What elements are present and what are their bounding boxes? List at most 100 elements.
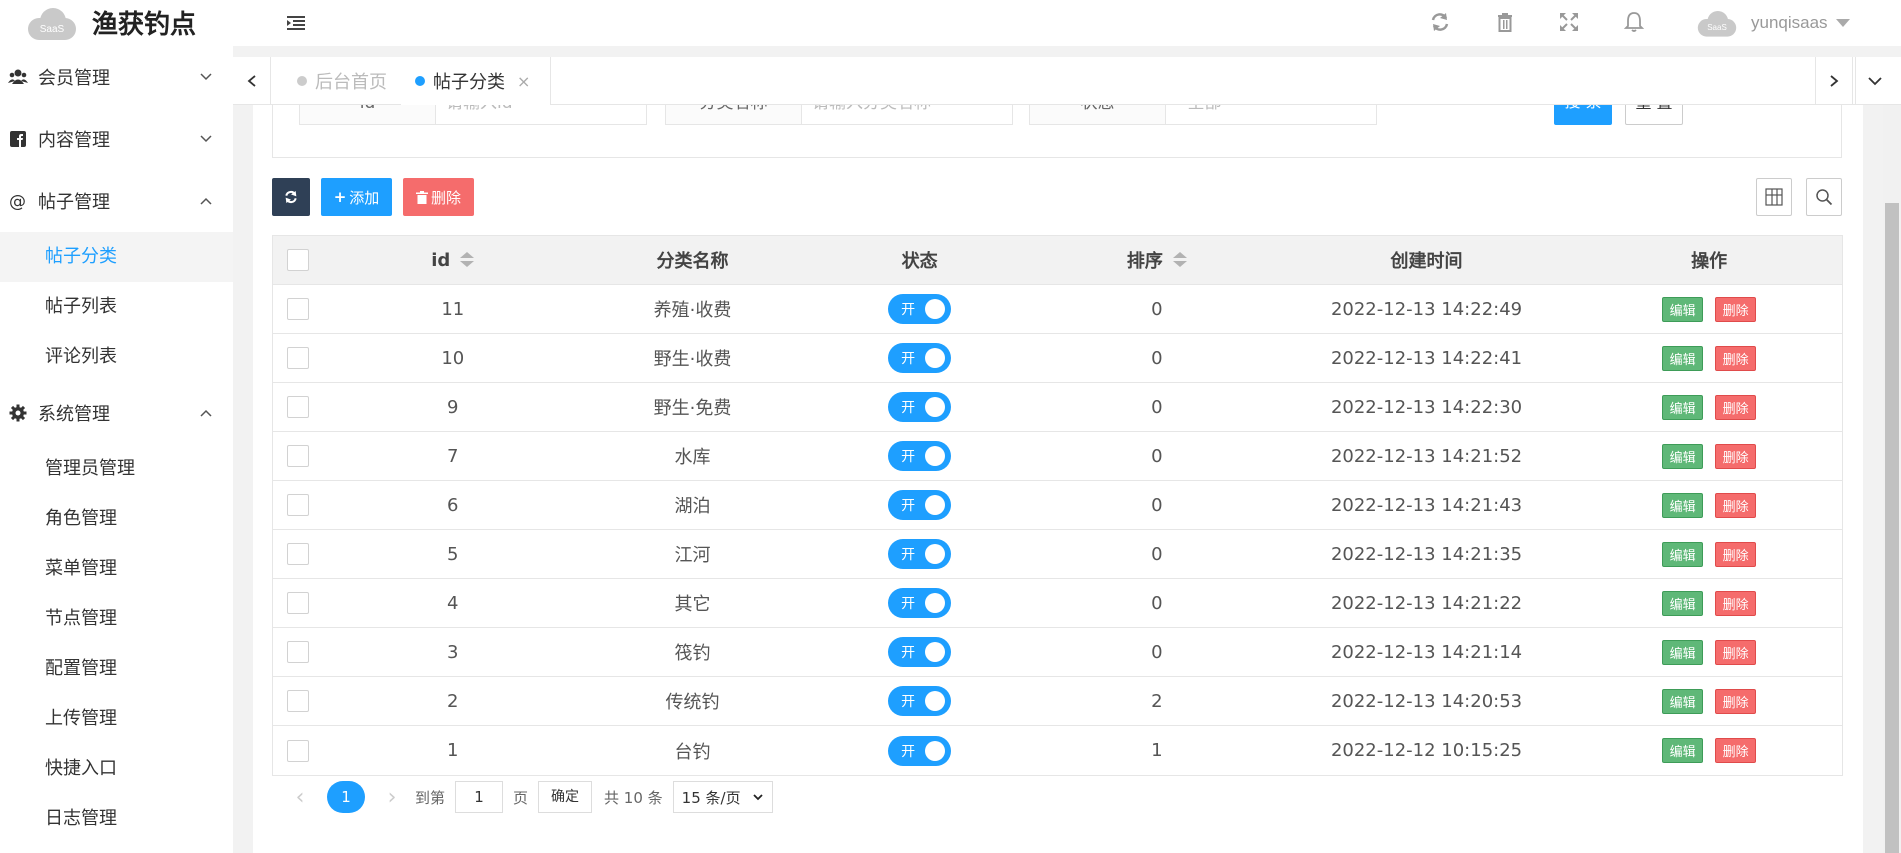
sidebar-item-shortcut[interactable]: 快捷入口: [0, 744, 233, 794]
edit-button[interactable]: 编辑: [1662, 541, 1704, 567]
delete-button[interactable]: 删除: [1715, 345, 1757, 371]
next-page-icon[interactable]: ›: [381, 785, 403, 810]
row-checkbox[interactable]: [286, 690, 309, 712]
row-checkbox[interactable]: [286, 396, 309, 418]
edit-button[interactable]: 编辑: [1662, 590, 1704, 616]
columns-toggle-button[interactable]: [1756, 178, 1792, 216]
tabs-menu-button[interactable]: [1855, 57, 1893, 105]
delete-button[interactable]: 删除: [1715, 296, 1757, 322]
status-switch[interactable]: 开: [888, 686, 952, 716]
delete-button[interactable]: 删除: [1715, 639, 1757, 665]
category-name-input[interactable]: 请输入分类名称: [802, 105, 1012, 124]
close-icon[interactable]: ×: [517, 72, 530, 91]
status-switch[interactable]: 开: [888, 441, 952, 471]
fullscreen-icon[interactable]: [1557, 10, 1581, 34]
search-button[interactable]: 搜 索: [1554, 105, 1612, 125]
row-checkbox[interactable]: [286, 739, 309, 762]
delete-button[interactable]: 删除: [1715, 394, 1757, 420]
sidebar-item-post-category[interactable]: 帖子分类: [0, 232, 233, 282]
sidebar-group-members[interactable]: 会员管理: [0, 46, 233, 108]
delete-button[interactable]: 删除: [1715, 688, 1757, 714]
row-checkbox[interactable]: [286, 494, 309, 516]
header-sort[interactable]: 排序: [1037, 236, 1277, 284]
reset-button[interactable]: 重 置: [1625, 105, 1683, 125]
status-switch[interactable]: 开: [888, 735, 952, 766]
sidebar-item-post-list[interactable]: 帖子列表: [0, 282, 233, 332]
status-switch[interactable]: 开: [888, 392, 952, 422]
status-switch[interactable]: 开: [888, 294, 952, 324]
sidebar-item-config[interactable]: 配置管理: [0, 644, 233, 694]
vertical-scrollbar[interactable]: [1883, 105, 1901, 853]
delete-button[interactable]: 删除: [1715, 492, 1757, 518]
row-checkbox[interactable]: [286, 298, 309, 320]
status-switch[interactable]: 开: [888, 539, 952, 569]
sidebar-item-role[interactable]: 角色管理: [0, 494, 233, 544]
sidebar-item-menu[interactable]: 菜单管理: [0, 544, 233, 594]
cell-status: 开: [802, 383, 1037, 431]
bell-icon[interactable]: [1622, 10, 1646, 34]
row-checkbox[interactable]: [286, 641, 309, 663]
header-label: 排序: [1126, 251, 1163, 272]
page-size-select[interactable]: 15 条/页: [672, 781, 773, 813]
sidebar-group-posts[interactable]: @ 帖子管理: [0, 170, 233, 232]
switch-knob: [925, 495, 946, 515]
row-checkbox[interactable]: [286, 347, 309, 369]
goto-page-input[interactable]: 1: [455, 781, 504, 813]
sidebar-item-node[interactable]: 节点管理: [0, 594, 233, 644]
delete-button[interactable]: 删除: [1715, 738, 1757, 763]
cell-id: 1: [447, 740, 459, 761]
status-switch[interactable]: 开: [888, 637, 952, 667]
goto-confirm-button[interactable]: 确定: [538, 781, 593, 813]
cell-sort: 1: [1151, 740, 1163, 761]
edit-button[interactable]: 编辑: [1662, 639, 1704, 665]
prev-page-icon[interactable]: ‹: [289, 785, 311, 810]
edit-button[interactable]: 编辑: [1662, 688, 1704, 714]
batch-delete-button[interactable]: 删除: [403, 178, 474, 216]
chevron-left-icon: [247, 75, 256, 87]
menu-collapse-icon[interactable]: [285, 12, 307, 34]
status-switch[interactable]: 开: [888, 588, 952, 618]
refresh-table-button[interactable]: [272, 178, 310, 216]
sidebar-group-content[interactable]: 内容管理: [0, 108, 233, 170]
sidebar-group-label: 会员管理: [38, 68, 110, 89]
trash-icon[interactable]: [1493, 10, 1517, 34]
edit-button[interactable]: 编辑: [1662, 345, 1704, 371]
user-menu[interactable]: SaaS yunqisaas: [1693, 6, 1850, 40]
sidebar-item-admin[interactable]: 管理员管理: [0, 444, 233, 494]
tab-post-category[interactable]: 帖子分类 ×: [401, 57, 552, 105]
delete-button[interactable]: 删除: [1715, 443, 1757, 469]
table-row: 2 传统钓 开 2 2022-12-13 14:20:53 编辑 删除: [273, 677, 1842, 726]
row-checkbox[interactable]: [286, 445, 309, 467]
sidebar-group-system[interactable]: 系统管理: [0, 382, 233, 444]
chevron-up-icon: [200, 197, 212, 205]
scrollbar-thumb[interactable]: [1885, 203, 1899, 853]
tab-home[interactable]: 后台首页: [297, 57, 387, 105]
delete-button[interactable]: 删除: [1715, 541, 1757, 567]
sidebar-item-upload[interactable]: 上传管理: [0, 694, 233, 744]
delete-button[interactable]: 删除: [1715, 590, 1757, 616]
header-id[interactable]: id: [323, 236, 583, 284]
row-checkbox[interactable]: [286, 543, 309, 565]
edit-button[interactable]: 编辑: [1662, 738, 1704, 763]
edit-button[interactable]: 编辑: [1662, 394, 1704, 420]
id-input[interactable]: 请输入id: [436, 105, 646, 124]
sidebar-item-log[interactable]: 日志管理: [0, 794, 233, 844]
refresh-icon[interactable]: [1428, 10, 1452, 34]
tabs-scroll-right-button[interactable]: [1815, 57, 1853, 105]
row-checkbox[interactable]: [286, 592, 309, 614]
edit-button[interactable]: 编辑: [1662, 443, 1704, 469]
current-page[interactable]: 1: [327, 781, 365, 813]
status-switch[interactable]: 开: [888, 343, 952, 373]
sidebar-item-comment-list[interactable]: 评论列表: [0, 332, 233, 382]
tabs-scroll-left-button[interactable]: [233, 57, 271, 105]
sort-icon[interactable]: [460, 252, 475, 268]
status-select[interactable]: - 全部 -: [1166, 105, 1376, 124]
edit-button[interactable]: 编辑: [1662, 492, 1704, 518]
status-switch[interactable]: 开: [888, 490, 952, 520]
edit-button[interactable]: 编辑: [1662, 296, 1704, 322]
select-all-checkbox[interactable]: [286, 249, 309, 271]
add-button[interactable]: + 添加: [321, 178, 392, 216]
search-toggle-button[interactable]: [1806, 178, 1842, 216]
sort-icon[interactable]: [1172, 252, 1187, 268]
sidebar: 会员管理 内容管理 @ 帖子管理 帖子分类 帖子列表 评论列表 系统管理 管理员…: [0, 46, 233, 853]
